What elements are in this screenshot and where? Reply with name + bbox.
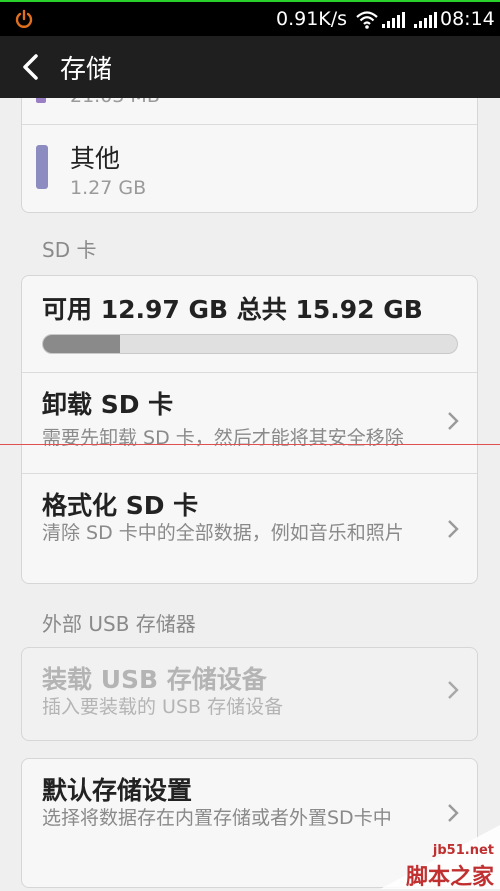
chevron-right-icon <box>448 412 459 430</box>
color-swatch <box>36 145 48 189</box>
power-icon <box>15 9 33 28</box>
item-title: 默认存储设置 <box>42 776 193 805</box>
section-label-sd: SD 卡 <box>42 238 97 262</box>
wifi-icon <box>356 11 378 29</box>
page-title: 存储 <box>60 55 113 85</box>
network-speed: 0.91K/s <box>276 8 348 30</box>
watermark-name: 脚本之家 <box>405 865 494 890</box>
storage-label: 其他 <box>70 144 121 173</box>
mount-usb-item[interactable]: 装载 USB 存储设备 插入要装载的 USB 存储设备 <box>22 648 477 742</box>
format-sd-item[interactable]: 格式化 SD 卡 清除 SD 卡中的全部数据，例如音乐和照片 <box>22 474 477 584</box>
watermark-site: jb51.net <box>432 843 494 858</box>
title-bar: 存储 <box>0 36 500 98</box>
chevron-right-icon <box>448 804 459 822</box>
item-description: 插入要装载的 USB 存储设备 <box>42 696 284 718</box>
storage-size: 21.03 MB <box>70 98 160 107</box>
storage-row-partial: 21.03 MB <box>22 98 477 125</box>
chevron-right-icon <box>448 520 459 538</box>
item-description: 清除 SD 卡中的全部数据，例如音乐和照片 <box>42 522 404 544</box>
sd-usage-bar <box>42 334 458 354</box>
item-description: 需要先卸载 SD 卡，然后才能将其安全移除 <box>42 427 404 449</box>
back-arrow-icon[interactable] <box>18 52 44 82</box>
item-title: 卸载 SD 卡 <box>42 390 174 419</box>
clock: 08:14 <box>440 8 495 30</box>
item-description: 选择将数据存在内置存储或者外置SD卡中 <box>42 807 392 829</box>
storage-size: 1.27 GB <box>70 177 147 199</box>
sd-capacity-summary: 可用 12.97 GB 总共 15.92 GB <box>42 295 423 324</box>
status-bar: 0.91K/s 08:14 <box>0 0 500 36</box>
section-label-usb: 外部 USB 存储器 <box>42 612 196 636</box>
item-title: 格式化 SD 卡 <box>42 491 199 520</box>
red-guide-line <box>0 444 500 445</box>
internal-storage-card: 21.03 MB 其他 1.27 GB <box>21 98 478 213</box>
sd-usage-fill <box>43 335 120 353</box>
unmount-sd-item[interactable]: 卸载 SD 卡 需要先卸载 SD 卡，然后才能将其安全移除 <box>22 373 477 473</box>
storage-row-other: 其他 1.27 GB <box>22 125 477 213</box>
storage-content[interactable]: 21.03 MB 其他 1.27 GB SD 卡 可用 12.97 GB 总共 … <box>0 98 500 889</box>
item-title: 装载 USB 存储设备 <box>42 665 267 694</box>
sd-card-panel: 可用 12.97 GB 总共 15.92 GB 卸载 SD 卡 需要先卸载 SD… <box>21 275 478 584</box>
watermark: jb51.net 脚本之家 <box>380 825 500 890</box>
signal-icon-2 <box>414 12 437 28</box>
color-swatch <box>36 98 46 103</box>
chevron-right-icon <box>448 681 459 699</box>
usb-panel: 装载 USB 存储设备 插入要装载的 USB 存储设备 <box>21 647 478 741</box>
signal-icon <box>382 12 405 28</box>
